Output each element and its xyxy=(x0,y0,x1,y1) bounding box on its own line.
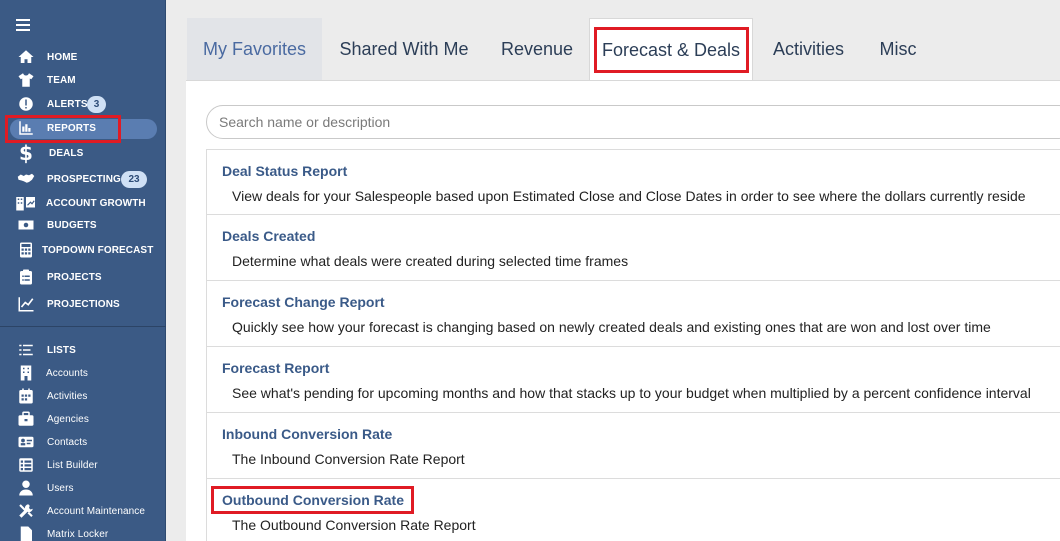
report-description: Quickly see how your forecast is changin… xyxy=(232,319,991,335)
sidebar-item-accounts[interactable]: Accounts xyxy=(0,362,166,384)
list-item[interactable]: Deal Status Report View deals for your S… xyxy=(206,149,1060,215)
sidebar-item-label: Activities xyxy=(47,390,88,402)
outbound-highlight-box xyxy=(211,486,414,514)
line-chart-icon xyxy=(17,295,35,313)
sidebar-item-projects[interactable]: PROJECTS xyxy=(0,266,166,288)
alerts-count-badge: 3 xyxy=(87,95,106,113)
sidebar-item-label: Contacts xyxy=(47,436,88,448)
sidebar-item-label: Matrix Locker xyxy=(47,528,109,540)
sidebar-item-topdown-forecast[interactable]: TOPDOWN FORECAST xyxy=(0,239,166,261)
list-item[interactable]: Forecast Change Report Quickly see how y… xyxy=(206,281,1060,347)
shirt-icon xyxy=(17,71,35,89)
list-icon xyxy=(17,341,35,359)
report-description: See what's pending for upcoming months a… xyxy=(232,385,1031,401)
sidebar-item-label: Accounts xyxy=(46,367,88,379)
tab-activities[interactable]: Activities xyxy=(762,18,855,80)
tab-label: Shared With Me xyxy=(339,38,469,59)
sidebar-item-team[interactable]: TEAM xyxy=(0,69,166,91)
sidebar-item-lists[interactable]: LISTS xyxy=(0,339,166,361)
report-title-link[interactable]: Deal Status Report xyxy=(222,163,347,179)
sidebar-item-label: ACCOUNT GROWTH xyxy=(46,197,146,209)
sidebar-item-label: LISTS xyxy=(47,344,76,356)
sidebar-item-users[interactable]: Users xyxy=(0,477,166,499)
alert-icon xyxy=(17,95,35,113)
sidebar-item-label: PROJECTIONS xyxy=(47,298,120,310)
sidebar-divider xyxy=(0,326,166,327)
sidebar-item-label: ALERTS xyxy=(47,98,88,110)
sidebar-item-account-growth[interactable]: ACCOUNT GROWTH xyxy=(0,192,166,214)
report-title-link[interactable]: Forecast Change Report xyxy=(222,294,385,310)
sidebar-item-label: Users xyxy=(47,482,74,494)
handshake-icon xyxy=(17,170,35,188)
sidebar-item-alerts[interactable]: ALERTS 3 xyxy=(0,93,166,115)
sidebar: HOME TEAM ALERTS 3 REPORTS $ DEALS PROSP… xyxy=(0,0,166,541)
sidebar-item-agencies[interactable]: Agencies xyxy=(0,408,166,430)
prospecting-count-badge: 23 xyxy=(121,170,147,188)
clipboard-icon xyxy=(17,268,35,286)
tab-shared-with-me[interactable]: Shared With Me xyxy=(330,18,478,80)
tools-icon xyxy=(17,502,35,520)
sidebar-item-label: PROSPECTING xyxy=(47,173,121,185)
user-icon xyxy=(17,479,35,497)
building-icon xyxy=(17,364,35,382)
sidebar-item-label: TOPDOWN FORECAST xyxy=(42,244,154,256)
sidebar-item-prospecting[interactable]: PROSPECTING 23 xyxy=(0,168,166,190)
search-input[interactable] xyxy=(206,105,1060,139)
dollar-icon: $ xyxy=(19,141,33,165)
tab-misc[interactable]: Misc xyxy=(866,18,930,80)
table-list-icon xyxy=(17,456,35,474)
report-title-link[interactable]: Deals Created xyxy=(222,228,315,244)
sidebar-item-label: TEAM xyxy=(47,74,76,86)
tab-label: Activities xyxy=(772,38,844,59)
briefcase-icon xyxy=(17,410,35,428)
sidebar-item-account-maintenance[interactable]: Account Maintenance xyxy=(0,500,166,522)
report-list: Deal Status Report View deals for your S… xyxy=(206,149,1060,541)
sidebar-item-matrix-locker[interactable]: Matrix Locker xyxy=(0,523,166,541)
sidebar-item-budgets[interactable]: BUDGETS xyxy=(0,214,166,236)
sidebar-item-contacts[interactable]: Contacts xyxy=(0,431,166,453)
sidebar-item-label: PROJECTS xyxy=(47,271,102,283)
report-title-link[interactable]: Forecast Report xyxy=(222,360,329,376)
home-icon xyxy=(17,48,35,66)
report-description: Determine what deals were created during… xyxy=(232,253,629,269)
sidebar-item-activities[interactable]: Activities xyxy=(0,385,166,407)
tab-my-favorites[interactable]: My Favorites xyxy=(187,18,322,80)
sidebar-item-label: HOME xyxy=(47,51,78,63)
calculator-icon xyxy=(17,241,35,259)
sidebar-item-home[interactable]: HOME xyxy=(0,46,166,68)
building-growth-icon xyxy=(13,194,39,212)
sidebar-item-label: BUDGETS xyxy=(47,219,97,231)
tab-label: My Favorites xyxy=(202,38,307,59)
money-icon xyxy=(17,216,35,234)
sidebar-item-label: Account Maintenance xyxy=(47,505,146,517)
contact-card-icon xyxy=(17,433,35,451)
sidebar-item-label: Agencies xyxy=(47,413,89,425)
tab-label: Misc xyxy=(879,38,917,59)
list-item[interactable]: Deals Created Determine what deals were … xyxy=(206,215,1060,281)
tab-label: Revenue xyxy=(500,38,574,59)
tab-revenue[interactable]: Revenue xyxy=(490,18,584,80)
list-item[interactable]: Forecast Report See what's pending for u… xyxy=(206,347,1060,413)
report-description: The Outbound Conversion Rate Report xyxy=(232,517,476,533)
sidebar-item-list-builder[interactable]: List Builder xyxy=(0,454,166,476)
list-item[interactable]: Inbound Conversion Rate The Inbound Conv… xyxy=(206,413,1060,479)
report-description: View deals for your Salespeople based up… xyxy=(232,188,1026,204)
report-title-link[interactable]: Inbound Conversion Rate xyxy=(222,426,392,442)
report-description: The Inbound Conversion Rate Report xyxy=(232,451,465,467)
sidebar-item-label: List Builder xyxy=(47,459,98,471)
reports-highlight-box xyxy=(5,115,121,143)
calendar-icon xyxy=(17,387,35,405)
tab-highlight-box xyxy=(594,27,749,73)
sidebar-item-projections[interactable]: PROJECTIONS xyxy=(0,293,166,315)
hamburger-menu-icon[interactable] xyxy=(16,19,30,31)
sidebar-item-label: DEALS xyxy=(49,147,84,159)
file-icon xyxy=(17,525,35,541)
sidebar-item-deals[interactable]: $ DEALS xyxy=(0,141,166,165)
